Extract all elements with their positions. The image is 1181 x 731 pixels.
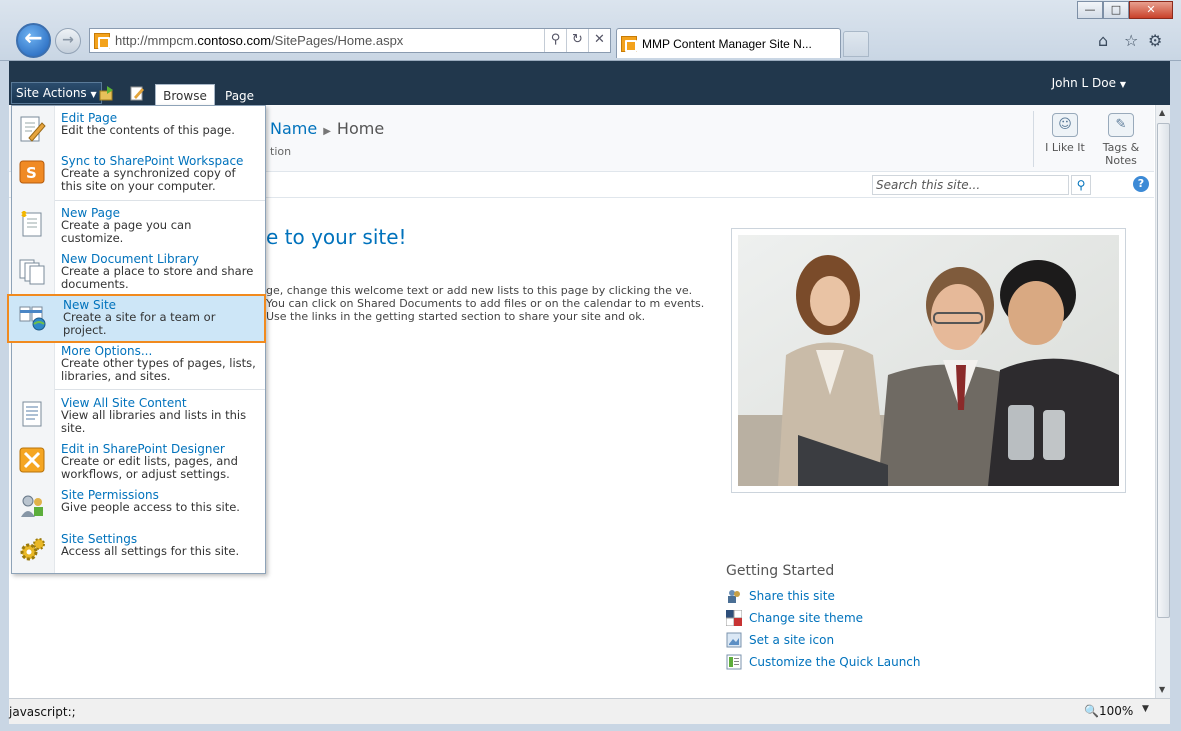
site-actions-menu: Edit Page Edit the contents of this page.… <box>7 105 266 574</box>
menu-item-new-page[interactable]: New Page Create a page you can customize. <box>12 206 265 250</box>
menu-item-view-all-site-content[interactable]: View All Site Content View all libraries … <box>12 396 265 440</box>
new-page-icon <box>21 211 42 237</box>
getting-started-heading: Getting Started <box>726 563 835 579</box>
site-favicon-icon <box>94 32 110 49</box>
i-like-it-button[interactable]: ☺ I Like It <box>1039 111 1091 154</box>
address-bar[interactable]: http://mmpcm.contoso.com/SitePages/Home.… <box>89 28 611 53</box>
menu-item-site-permissions[interactable]: Site Permissions Give people access to th… <box>12 488 265 532</box>
search-input[interactable]: Search this site... <box>872 175 1069 195</box>
welcome-image-frame <box>731 228 1126 493</box>
maximize-button[interactable]: □ <box>1103 1 1129 19</box>
tags-notes-icon: ✎ <box>1108 113 1134 137</box>
menu-separator <box>55 389 265 390</box>
breadcrumb-page: Home <box>336 119 385 138</box>
sharepoint-workspace-icon: S <box>19 160 45 184</box>
share-people-icon <box>728 590 740 603</box>
site-content-icon <box>22 401 42 427</box>
set-site-icon-link[interactable]: Set a site icon <box>726 632 834 648</box>
new-site-icon <box>19 306 46 331</box>
vertical-scrollbar[interactable]: ▲ ▼ <box>1155 105 1170 698</box>
tab-title: MMP Content Manager Site N... <box>642 36 812 51</box>
menu-item-edit-page[interactable]: Edit Page Edit the contents of this page. <box>12 111 265 151</box>
close-button[interactable]: ✕ <box>1129 1 1173 19</box>
document-library-icon <box>19 259 45 285</box>
menu-item-more-options[interactable]: More Options... Create other types of pag… <box>12 344 265 388</box>
dropdown-arrow-icon: ▼ <box>1119 80 1126 89</box>
forward-button[interactable]: → <box>55 28 81 54</box>
window-frame-left <box>0 61 9 731</box>
welcome-heading: e to your site! <box>266 225 407 249</box>
theme-icon <box>726 610 742 626</box>
site-description: tion <box>270 145 292 158</box>
zoom-icon: 🔍 <box>1084 704 1099 718</box>
browser-chrome: — □ ✕ ← → http://mmpcm.contoso.com/SiteP… <box>0 0 1181 61</box>
help-icon[interactable]: ? <box>1133 176 1149 192</box>
stop-icon[interactable]: ✕ <box>588 29 610 52</box>
permissions-icon <box>21 495 43 517</box>
home-icon[interactable]: ⌂ <box>1098 31 1108 50</box>
menu-item-new-document-library[interactable]: New Document Library Create a place to st… <box>12 252 265 296</box>
team-photo-image <box>738 235 1119 486</box>
tab-browse[interactable]: Browse <box>155 84 215 105</box>
thumbs-tag-icon: ☺ <box>1052 113 1078 137</box>
tab-favicon-icon <box>621 35 637 52</box>
zoom-dropdown-icon[interactable]: ▼ <box>1142 704 1149 714</box>
divider <box>1033 111 1034 167</box>
menu-item-site-settings[interactable]: Site Settings Access all settings for thi… <box>12 532 265 572</box>
customize-quick-launch-link[interactable]: Customize the Quick Launch <box>726 654 921 670</box>
menu-separator <box>55 200 265 201</box>
change-theme-link[interactable]: Change site theme <box>726 610 863 626</box>
search-icon: ⚲ <box>1076 178 1086 192</box>
zoom-level[interactable]: 🔍100% <box>1084 704 1133 718</box>
window-frame-bottom <box>0 724 1181 731</box>
scrollbar-thumb[interactable] <box>1157 123 1170 618</box>
forward-arrow-icon: → <box>62 32 74 48</box>
back-button[interactable]: ← <box>16 23 51 58</box>
settings-gear-icon <box>20 538 45 561</box>
share-site-link[interactable]: Share this site <box>726 588 835 604</box>
breadcrumb: Name ▶ Home <box>270 119 384 138</box>
search-button[interactable]: ⚲ <box>1071 175 1091 195</box>
tags-notes-button[interactable]: ✎ Tags & Notes <box>1095 111 1147 167</box>
scroll-down-arrow-icon[interactable]: ▼ <box>1159 685 1165 694</box>
url-text[interactable]: http://mmpcm.contoso.com/SitePages/Home.… <box>115 33 544 48</box>
back-arrow-icon: ← <box>24 26 43 51</box>
site-actions-button[interactable]: Site Actions ▼ <box>11 82 102 104</box>
menu-item-sharepoint-designer[interactable]: Edit in SharePoint Designer Create or edi… <box>12 442 265 486</box>
window-controls: — □ ✕ <box>1077 1 1173 19</box>
user-menu[interactable]: John L Doe ▼ <box>1052 76 1126 90</box>
sharepoint-designer-icon <box>19 447 45 473</box>
svg-text:S: S <box>26 164 37 182</box>
browser-tab[interactable]: MMP Content Manager Site N... <box>616 28 841 58</box>
status-bar: javascript:; 🔍100% ▼ <box>9 698 1170 724</box>
navigate-up-icon[interactable] <box>99 85 115 101</box>
welcome-text: ge, change this welcome text or add new … <box>266 284 705 323</box>
refresh-icon[interactable]: ↻ <box>566 29 588 52</box>
tab-page[interactable]: Page <box>225 84 255 105</box>
image-icon <box>726 632 742 648</box>
tools-gear-icon[interactable]: ⚙ <box>1148 31 1162 50</box>
dropdown-arrow-icon: ▼ <box>90 90 97 99</box>
minimize-button[interactable]: — <box>1077 1 1103 19</box>
quick-launch-icon <box>726 654 742 670</box>
favorites-star-icon[interactable]: ☆ <box>1124 31 1138 50</box>
edit-page-icon <box>20 116 46 142</box>
sharepoint-ribbon: Site Actions ▼ Browse Page John L Doe ▼ <box>9 61 1170 105</box>
breadcrumb-arrow-icon: ▶ <box>323 126 331 137</box>
status-text: javascript:; <box>9 705 76 719</box>
new-tab-button[interactable] <box>843 31 869 57</box>
breadcrumb-site[interactable]: Name <box>270 119 317 138</box>
scroll-up-arrow-icon[interactable]: ▲ <box>1159 108 1165 117</box>
menu-item-sync-workspace[interactable]: S Sync to SharePoint Workspace Create a s… <box>12 154 265 198</box>
search-icon[interactable]: ⚲ <box>544 29 566 52</box>
menu-item-new-site[interactable]: New Site Create a site for a team or proj… <box>7 294 266 343</box>
window-frame-right <box>1170 61 1181 731</box>
edit-icon[interactable] <box>129 85 145 101</box>
